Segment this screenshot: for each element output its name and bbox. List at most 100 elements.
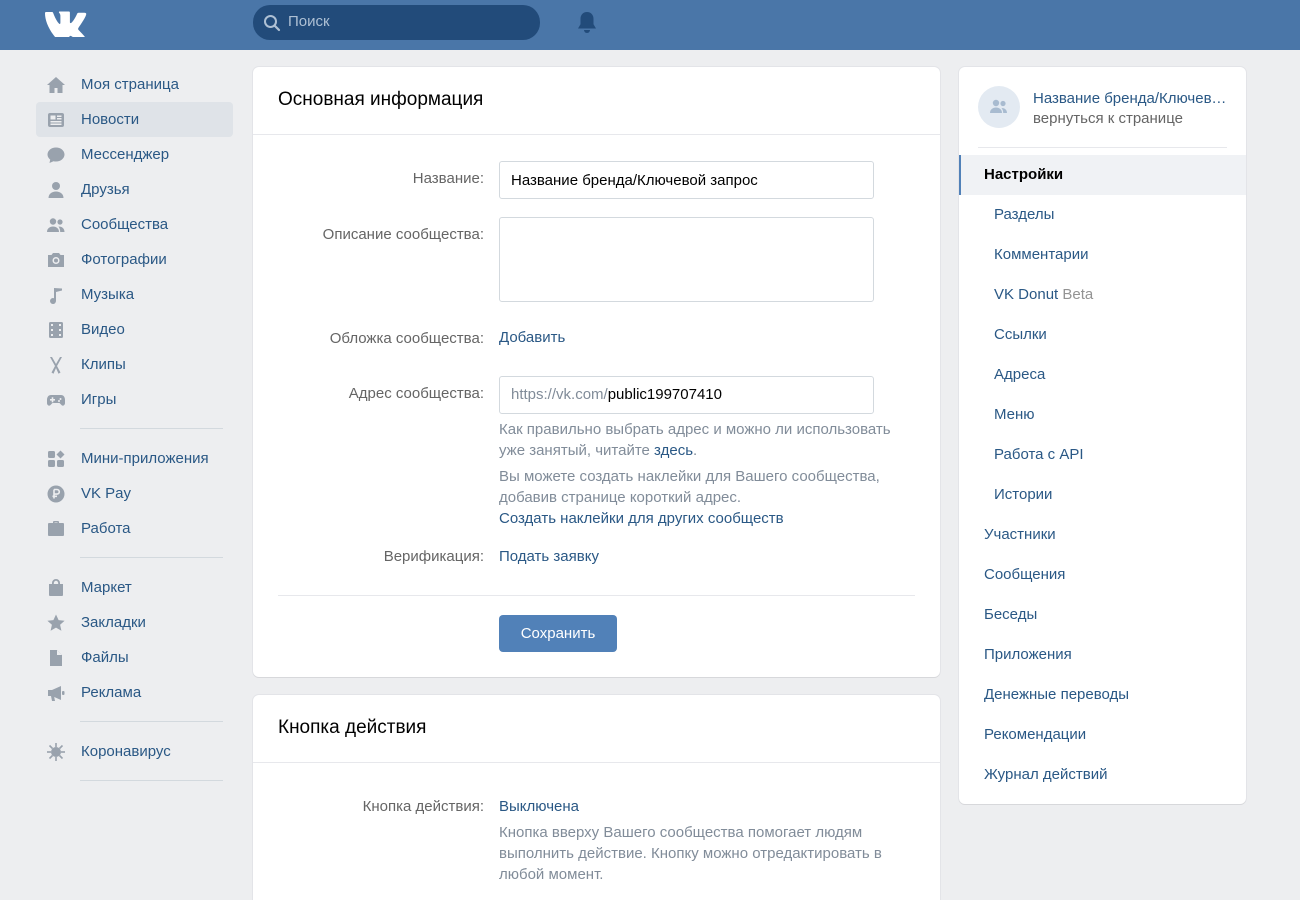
stickers-hint: Вы можете создать наклейки для Вашего со… [499,466,909,529]
settings-menu-item[interactable]: Истории [959,475,1246,515]
settings-menu-item[interactable]: Работа с API [959,435,1246,475]
settings-menu-item[interactable]: Приложения [959,635,1246,675]
action-button-card: Кнопка действия Кнопка действия: Выключе… [253,695,940,900]
sidebar-item[interactable]: Сообщества [36,207,233,242]
settings-menu-item[interactable]: Комментарии [959,235,1246,275]
sidebar-item[interactable]: Друзья [36,172,233,207]
sidebar-item-label: Файлы [81,649,129,666]
address-hint-link[interactable]: здесь [654,442,693,459]
verification-label: Верификация: [383,548,484,565]
settings-menu-item[interactable]: Денежные переводы [959,675,1246,715]
settings-menu-item-label: Рекомендации [984,726,1087,743]
create-stickers-link[interactable]: Создать наклейки для других сообществ [499,510,784,527]
address-prefix: https://vk.com/ [511,386,608,403]
stickers-hint-text: Вы можете создать наклейки для Вашего со… [499,468,880,506]
description-label: Описание сообщества: [322,226,484,243]
gamepad-icon [47,395,65,406]
sidebar-item[interactable]: Работа [36,511,233,546]
settings-menu-item[interactable]: Участники [959,515,1246,555]
card-header: Основная информация [253,67,940,135]
star-icon [47,614,65,631]
megaphone-icon [48,686,65,701]
verification-apply-link[interactable]: Подать заявку [499,548,599,565]
settings-menu-item[interactable]: VK Donut Beta [959,275,1246,315]
description-textarea[interactable] [499,217,874,302]
settings-menu-item[interactable]: Меню [959,395,1246,435]
file-icon [50,650,62,666]
sidebar-item[interactable]: Фотографии [36,242,233,277]
sidebar-item[interactable]: Моя страница [36,67,233,102]
back-to-page-link[interactable]: вернуться к странице [1033,110,1183,127]
settings-menu-item-label: Адреса [994,366,1046,383]
group-name-link[interactable]: Название бренда/Ключевой запрос [1033,90,1233,107]
sidebar-item-label: Фотографии [81,251,167,268]
sidebar-separator [36,710,233,734]
settings-menu-item-label: Меню [994,406,1035,423]
sidebar-item-label: Друзья [81,181,130,198]
name-input[interactable] [499,161,874,199]
settings-menu-item-label: Истории [994,486,1053,503]
action-card-title: Кнопка действия [278,717,427,738]
settings-menu-item[interactable]: Ссылки [959,315,1246,355]
basic-info-card: Основная информация Название: Описание с… [253,67,940,677]
sidebar-item[interactable]: Закладки [36,605,233,640]
sidebar-item-label: Закладки [81,614,146,631]
sidebar-item[interactable]: Коронавирус [36,734,233,769]
sidebar-item[interactable]: Реклама [36,675,233,710]
settings-menu-item-label: Работа с API [994,446,1084,463]
settings-menu-item[interactable]: Журнал действий [959,755,1246,795]
sidebar-item-label: Моя страница [81,76,179,93]
bell-icon[interactable] [575,10,599,36]
clips-icon [50,357,62,374]
action-button-label: Кнопка действия: [362,798,484,815]
sidebar-item-label: Мессенджер [81,146,170,163]
sidebar-item[interactable]: VK Pay [36,476,233,511]
sidebar-item-label: Сообщества [81,216,169,233]
video-icon [49,322,63,338]
sidebar-item-label: Видео [81,321,125,338]
settings-menu-item[interactable]: Беседы [959,595,1246,635]
sidebar-item-label: Мини-приложения [81,450,209,467]
settings-menu-item[interactable]: Настройки [959,155,1246,195]
card-title: Основная информация [278,89,484,110]
sidebar-item-label: Игры [81,391,117,408]
friends-icon [48,182,64,198]
menu-divider [978,147,1227,148]
settings-menu-item-label: Ссылки [994,326,1047,343]
settings-menu-item-label: Разделы [994,206,1055,223]
sidebar-item-label: Работа [81,520,131,537]
settings-menu-item[interactable]: Разделы [959,195,1246,235]
sidebar-item[interactable]: Музыка [36,277,233,312]
sidebar-item-label: Новости [81,111,140,128]
search-bar[interactable]: Поиск [253,5,540,40]
group-avatar[interactable] [978,86,1020,128]
sidebar-item[interactable]: Маркет [36,570,233,605]
briefcase-icon [48,521,64,536]
sidebar-item[interactable]: Новости [36,102,233,137]
sidebar-item[interactable]: Мини-приложения [36,441,233,476]
sidebar-item-label: Клипы [81,356,126,373]
vk-logo[interactable] [44,9,90,37]
sidebar-item-label: Коронавирус [81,743,171,760]
settings-menu-item-label: Настройки [984,166,1064,183]
divider [278,595,915,596]
add-cover-link[interactable]: Добавить [499,329,565,346]
settings-menu-item-label: Приложения [984,646,1072,663]
search-placeholder[interactable]: Поиск [288,13,330,30]
address-hint: Как правильно выбрать адрес и можно ли и… [499,419,909,461]
sidebar-item[interactable]: Клипы [36,347,233,382]
address-value[interactable]: public199707410 [608,386,722,403]
action-button-hint: Кнопка вверху Вашего сообщества помогает… [499,824,882,883]
sidebar-item[interactable]: Файлы [36,640,233,675]
ruble-icon [47,485,65,503]
sidebar-item[interactable]: Игры [36,382,233,417]
sidebar-item[interactable]: Мессенджер [36,137,233,172]
action-button-status-link[interactable]: Выключена [499,798,579,815]
settings-menu-item[interactable]: Адреса [959,355,1246,395]
settings-menu: Название бренда/Ключевой запрос вернутьс… [959,67,1246,804]
settings-menu-item[interactable]: Рекомендации [959,715,1246,755]
sidebar-item[interactable]: Видео [36,312,233,347]
save-button[interactable]: Сохранить [499,615,617,652]
settings-menu-item[interactable]: Сообщения [959,555,1246,595]
address-field[interactable]: https://vk.com/public199707410 [499,376,874,414]
